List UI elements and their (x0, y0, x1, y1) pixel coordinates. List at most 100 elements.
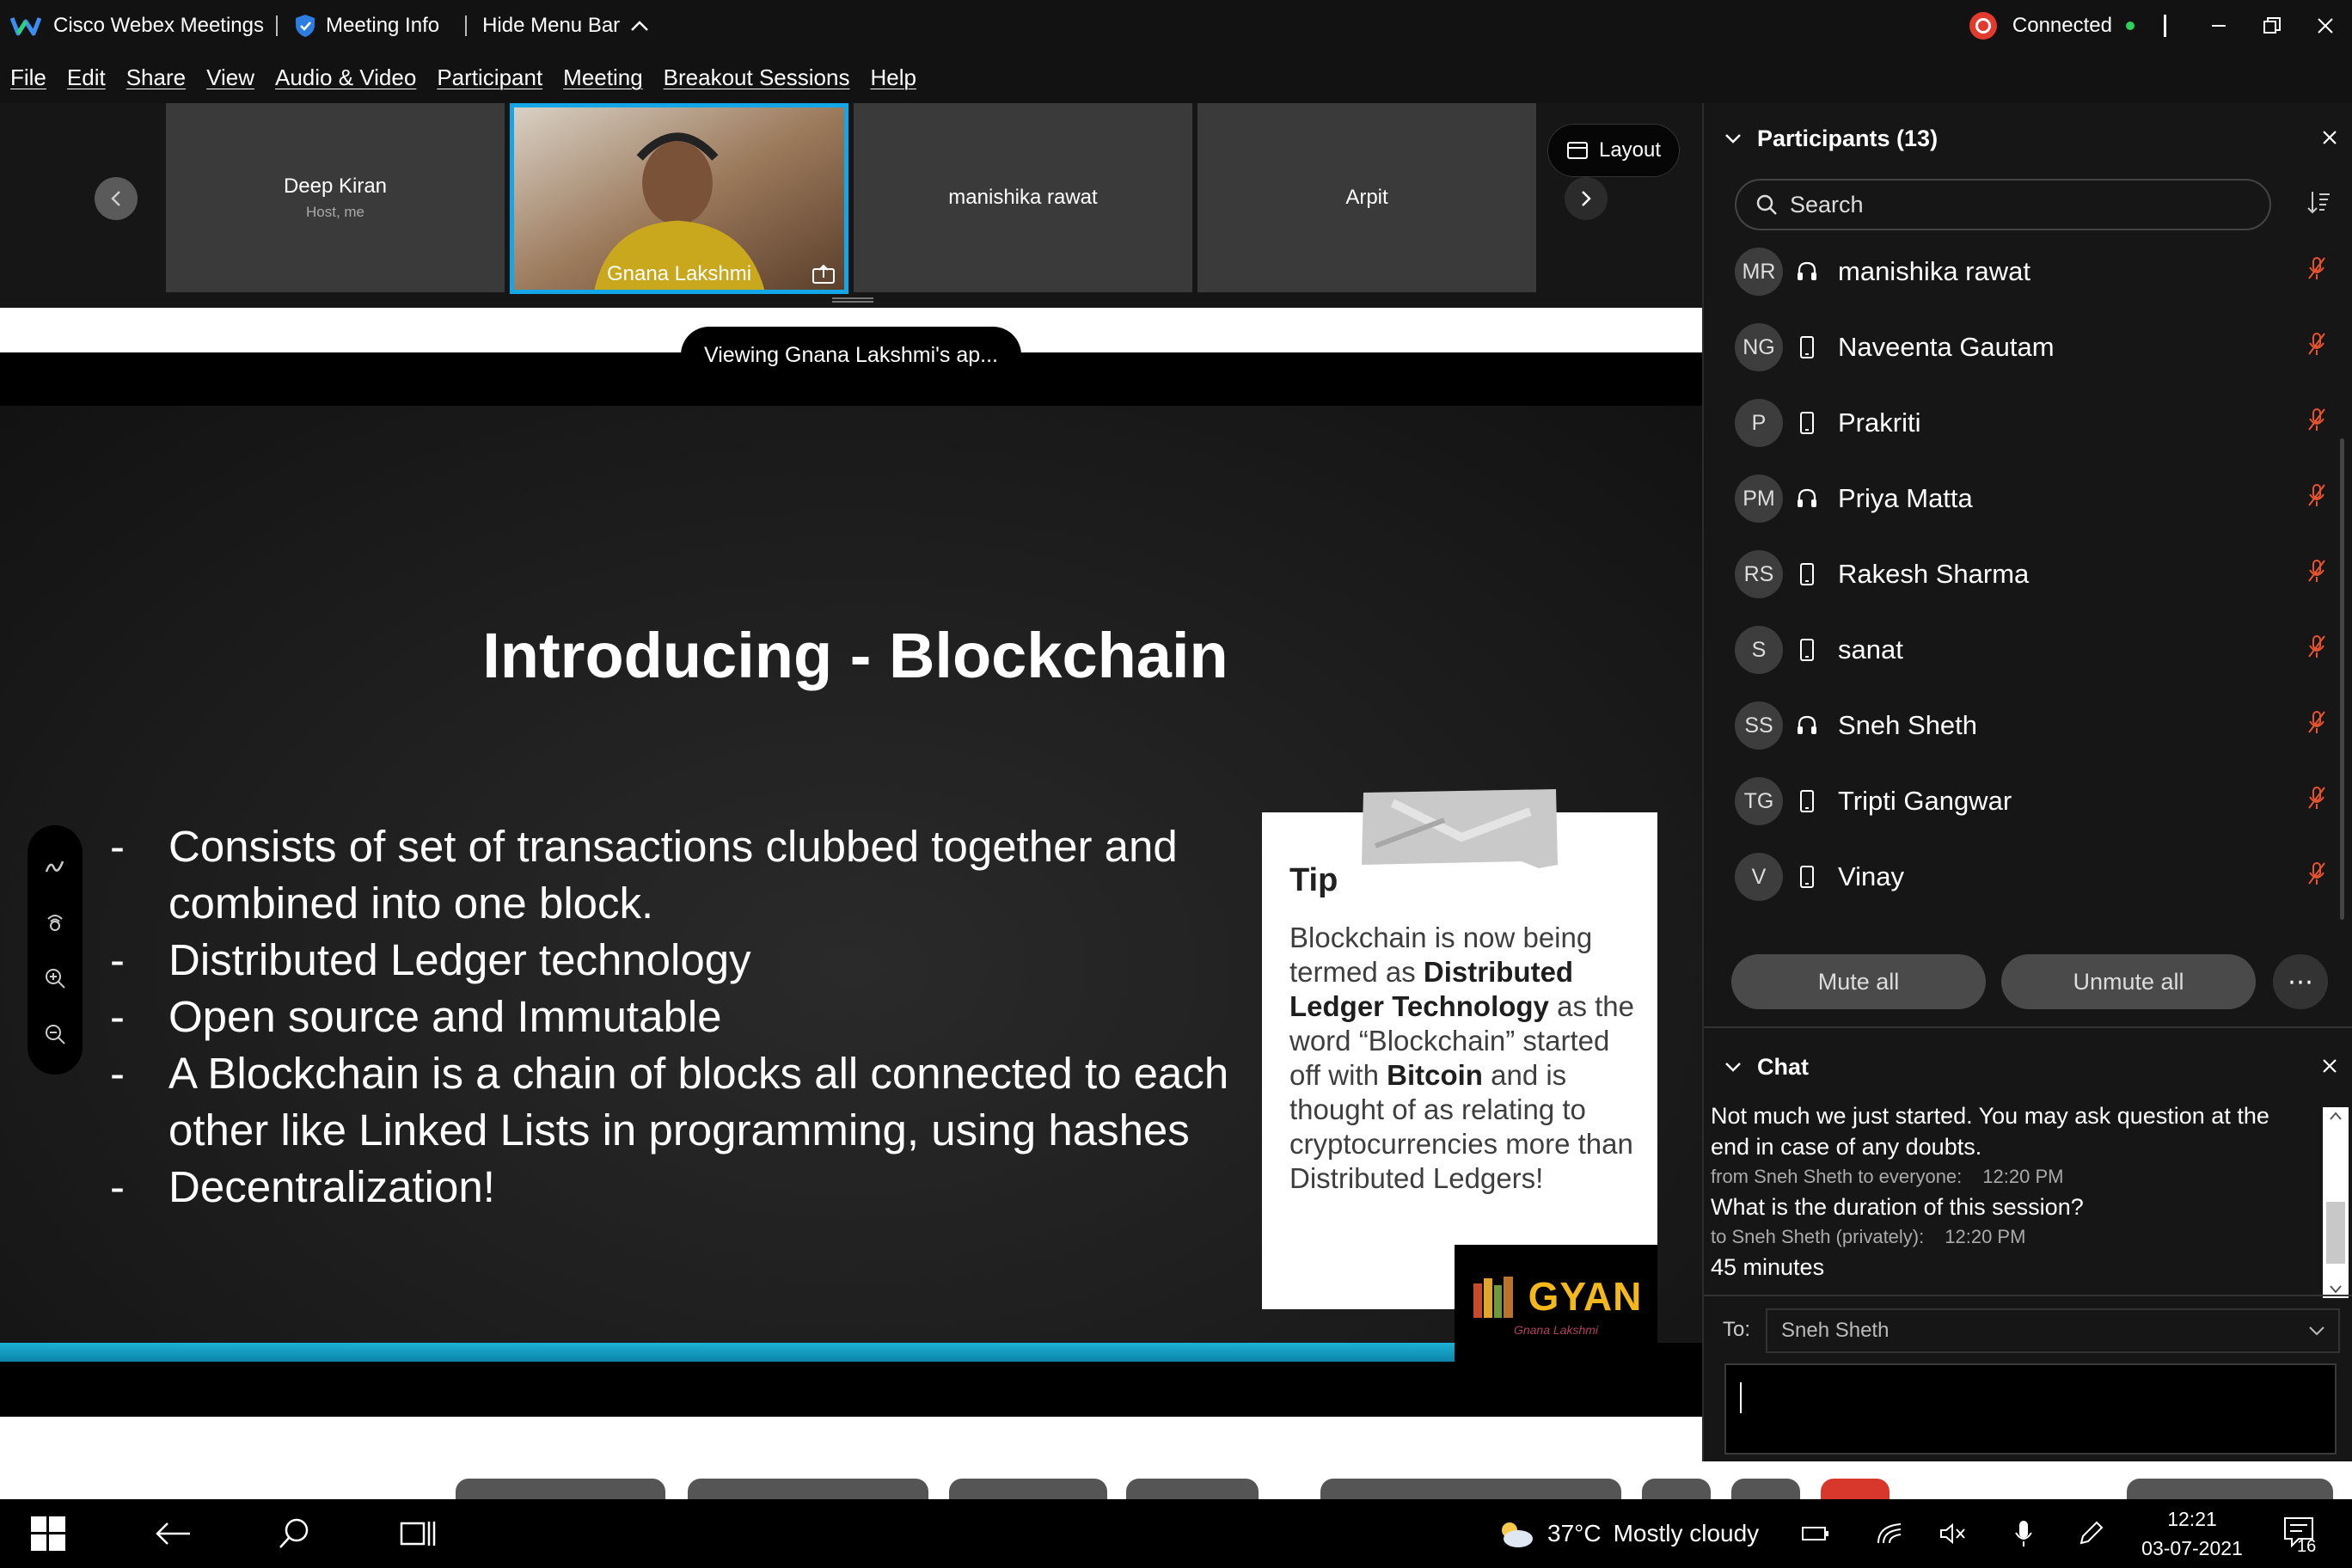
scroll-thumb[interactable] (2326, 1202, 2345, 1264)
muted-microphone-icon[interactable] (2306, 255, 2328, 288)
search-placeholder: Search (1790, 191, 1864, 217)
collapse-chat-button[interactable] (1723, 1054, 1743, 1081)
menu-share[interactable]: Share (126, 64, 186, 91)
participant-name: Prakriti (1838, 407, 1921, 438)
menu-participant[interactable]: Participant (437, 64, 542, 91)
muted-microphone-icon[interactable] (2306, 634, 2328, 666)
avatar: MR (1735, 248, 1783, 296)
wifi-icon[interactable] (1872, 1499, 1907, 1568)
muted-microphone-icon[interactable] (2306, 558, 2328, 591)
search-button[interactable] (273, 1499, 316, 1568)
annotate-pen-icon[interactable] (42, 853, 68, 879)
tile-name: Deep Kiran (283, 175, 388, 198)
close-chat-button[interactable] (2321, 1053, 2338, 1081)
chat-input[interactable] (1724, 1363, 2337, 1455)
menu-file[interactable]: File (10, 64, 46, 91)
back-button[interactable] (151, 1499, 194, 1568)
cloudy-weather-icon (1502, 1522, 1533, 1547)
strip-next-button[interactable] (1565, 177, 1608, 220)
recording-icon[interactable] (1969, 12, 1997, 40)
muted-microphone-icon[interactable] (2306, 785, 2328, 818)
participant-row[interactable]: MR manishika rawat (1735, 234, 2328, 309)
task-view-icon (400, 1522, 436, 1546)
chat-message: Not much we just started. You may ask qu… (1711, 1103, 2269, 1160)
volume-muted-icon[interactable] (1936, 1499, 1970, 1568)
menu-view[interactable]: View (206, 64, 254, 91)
avatar: RS (1735, 550, 1783, 598)
close-participants-button[interactable] (2321, 125, 2338, 152)
close-window-button[interactable] (2299, 0, 2352, 52)
video-tile-deep-kiran[interactable]: Deep Kiran Host, me (166, 103, 505, 292)
resize-grip[interactable] (832, 297, 873, 303)
tile-name: Gnana Lakshmi (606, 262, 752, 285)
video-tile-manishika-rawat[interactable]: manishika rawat (854, 103, 1192, 292)
connection-status: Connected (2012, 14, 2112, 37)
webex-logo-icon (10, 17, 41, 36)
connection-dot-icon (2126, 21, 2135, 30)
participant-name: Rakesh Sharma (1838, 559, 2030, 589)
annotation-toolbar (28, 825, 83, 1075)
battery-icon[interactable] (1798, 1499, 1833, 1568)
menu-edit[interactable]: Edit (67, 64, 106, 91)
menu-help[interactable]: Help (870, 64, 916, 91)
menu-bar: File Edit Share View Audio & Video Parti… (0, 52, 2352, 103)
recipient-select[interactable]: Sneh Sheth (1766, 1308, 2340, 1353)
participant-name: Naveenta Gautam (1838, 332, 2055, 362)
microphone-icon[interactable] (2006, 1499, 2041, 1568)
minimize-button[interactable] (2192, 0, 2245, 52)
muted-microphone-icon[interactable] (2306, 861, 2328, 893)
zoom-out-icon[interactable] (42, 1021, 68, 1047)
menu-meeting[interactable]: Meeting (563, 64, 643, 91)
chat-messages: Not much we just started. You may ask qu… (1711, 1100, 2312, 1283)
participant-scrollbar[interactable] (2340, 438, 2344, 920)
avatar: NG (1735, 323, 1783, 371)
muted-microphone-icon[interactable] (2306, 482, 2328, 515)
search-icon (279, 1518, 309, 1548)
participant-name: manishika rawat (1838, 256, 2030, 286)
app-title: Cisco Webex Meetings (53, 14, 264, 37)
participant-row[interactable]: RS Rakesh Sharma (1735, 536, 2328, 612)
speaker-muted-icon (1940, 1522, 1965, 1545)
layout-label: Layout (1598, 138, 1662, 162)
muted-microphone-icon[interactable] (2306, 407, 2328, 439)
menu-audio-video[interactable]: Audio & Video (275, 64, 416, 91)
participant-row[interactable]: NG Naveenta Gautam (1735, 309, 2328, 385)
participant-row[interactable]: TG Tripti Gangwar (1735, 763, 2328, 839)
menu-breakout-sessions[interactable]: Breakout Sessions (664, 64, 850, 91)
collapse-participants-button[interactable] (1723, 126, 1743, 152)
chevron-right-icon (1582, 191, 1591, 206)
layout-button[interactable]: Layout (1547, 124, 1680, 177)
muted-microphone-icon[interactable] (2306, 709, 2328, 742)
remote-control-icon[interactable] (42, 909, 68, 934)
pen-icon[interactable] (2073, 1499, 2108, 1568)
system-clock[interactable]: 12:21 03-07-2021 (2123, 1504, 2261, 1563)
hide-menu-bar-button[interactable]: Hide Menu Bar (465, 14, 652, 38)
weather-widget[interactable]: 37°C Mostly cloudy (1496, 1499, 1759, 1568)
participant-row[interactable]: P Prakriti (1735, 385, 2328, 461)
strip-previous-button[interactable] (95, 177, 138, 220)
participant-row[interactable]: PM Priya Matta (1735, 461, 2328, 536)
participant-search-input[interactable]: Search (1735, 179, 2271, 230)
start-button[interactable] (26, 1499, 70, 1568)
participant-row[interactable]: V Vinay (1735, 839, 2328, 915)
headset-icon (1790, 260, 1824, 284)
muted-microphone-icon[interactable] (2306, 331, 2328, 364)
notification-count: 16 (2297, 1537, 2317, 1556)
sort-icon[interactable] (2306, 189, 2331, 215)
meeting-info-button[interactable]: Meeting Info (326, 14, 439, 38)
restore-button[interactable] (2245, 0, 2299, 52)
bullet-item: Distributed Ledger technology (110, 932, 1245, 989)
viewing-status-pill: Viewing Gnana Lakshmi's ap... (681, 327, 1021, 383)
text-caret (1740, 1382, 1742, 1413)
mute-all-button[interactable]: Mute all (1731, 954, 1986, 1009)
participant-row[interactable]: Ssanat (1735, 612, 2328, 688)
chat-scrollbar[interactable] (2323, 1107, 2349, 1298)
more-options-button[interactable]: ⋯ (2273, 954, 2328, 1009)
content-bottom-margin (0, 1417, 1702, 1463)
unmute-all-button[interactable]: Unmute all (2001, 954, 2256, 1009)
video-tile-arpit[interactable]: Arpit (1197, 103, 1536, 292)
task-view-button[interactable] (397, 1499, 440, 1568)
zoom-in-icon[interactable] (42, 965, 68, 991)
participant-row[interactable]: SS Sneh Sheth (1735, 688, 2328, 763)
video-tile-gnana-lakshmi[interactable]: Gnana Lakshmi (510, 103, 848, 294)
